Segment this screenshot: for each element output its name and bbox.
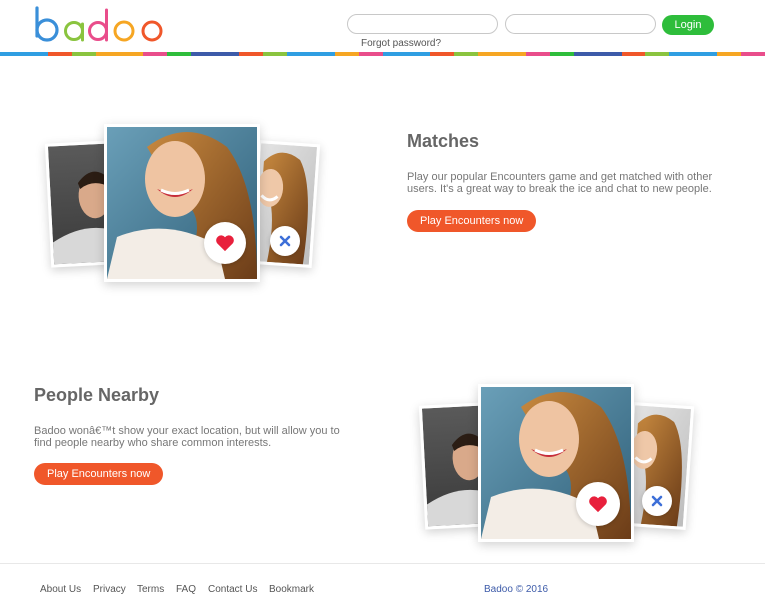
stripe-segment <box>430 52 455 56</box>
stripe-segment <box>71 52 96 56</box>
stripe-segment <box>645 52 670 56</box>
nearby-play-encounters-button[interactable]: Play Encounters now <box>34 463 164 485</box>
stripe-segment <box>167 52 192 56</box>
stripe-segment <box>717 52 742 56</box>
like-button[interactable] <box>204 222 246 264</box>
stripe-segment <box>382 52 431 56</box>
color-stripe <box>0 52 765 56</box>
like-button[interactable] <box>576 482 620 526</box>
dislike-button[interactable] <box>270 226 300 256</box>
footer-link-faq[interactable]: FAQ <box>176 584 196 595</box>
matches-description-line-2: users. It's a great way to break the ice… <box>407 183 712 195</box>
stripe-segment <box>143 52 168 56</box>
stripe-segment <box>669 52 718 56</box>
stripe-segment <box>286 52 335 56</box>
nearby-description: Badoo wonâ€™t show your exact location, … <box>34 425 364 449</box>
footer-link-bookmark[interactable]: Bookmark <box>269 584 314 595</box>
close-icon <box>279 235 291 247</box>
stripe-segment <box>191 52 240 56</box>
stripe-segment <box>0 52 48 56</box>
header: Login Forgot password? <box>0 0 765 56</box>
stripe-segment <box>478 52 526 56</box>
stripe-segment <box>573 52 622 56</box>
password-input[interactable] <box>505 14 656 34</box>
stripe-segment <box>549 52 574 56</box>
heart-icon <box>589 496 607 513</box>
nearby-description-line-2: find people nearby who share common inte… <box>34 437 272 449</box>
nearby-photo-stack <box>414 380 704 560</box>
matches-title: Matches <box>407 131 480 151</box>
copyright: Badoo © 2016 <box>484 584 549 595</box>
stripe-segment <box>95 52 144 56</box>
footer-link-privacy[interactable]: Privacy <box>93 584 126 595</box>
footer: About Us Privacy Terms FAQ Contact Us Bo… <box>0 563 765 600</box>
matches-description-line-1: Play our popular Encounters game and get… <box>407 171 713 183</box>
stripe-segment <box>621 52 646 56</box>
stripe-segment <box>239 52 263 56</box>
nearby-title: People Nearby <box>34 385 160 405</box>
matches-photo-stack <box>40 118 330 298</box>
matches-play-encounters-button[interactable]: Play Encounters now <box>407 210 537 232</box>
stripe-segment <box>358 52 383 56</box>
close-icon <box>651 495 663 507</box>
stripe-segment <box>525 52 550 56</box>
stripe-segment <box>47 52 72 56</box>
dislike-button[interactable] <box>642 486 672 516</box>
stripe-segment <box>262 52 287 56</box>
matches-description: Play our popular Encounters game and get… <box>407 171 737 195</box>
footer-link-contact-us[interactable]: Contact Us <box>208 584 257 595</box>
heart-icon <box>216 235 234 252</box>
email-input[interactable] <box>347 14 498 34</box>
login-button[interactable]: Login <box>662 15 714 35</box>
footer-link-terms[interactable]: Terms <box>137 584 164 595</box>
stripe-segment <box>741 52 765 56</box>
footer-link-about-us[interactable]: About Us <box>40 584 81 595</box>
stripe-segment <box>334 52 359 56</box>
nearby-description-line-1: Badoo wonâ€™t show your exact location, … <box>34 425 340 437</box>
badoo-logo[interactable] <box>32 2 164 46</box>
stripe-segment <box>454 52 479 56</box>
forgot-password-link[interactable]: Forgot password? <box>361 38 441 49</box>
